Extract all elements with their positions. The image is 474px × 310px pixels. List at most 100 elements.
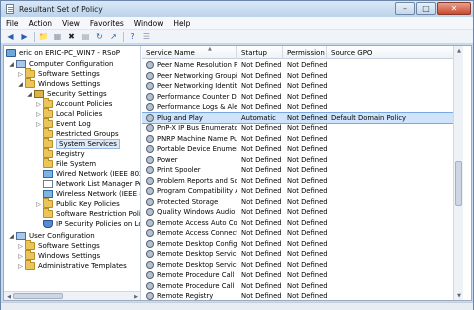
expand-arrow-icon[interactable]: ▷	[17, 243, 24, 250]
table-row[interactable]: Remote Procedure Call (R... Not Defined No…	[142, 281, 463, 292]
source-gpo-cell	[331, 165, 451, 176]
help-icon[interactable]: ?	[126, 31, 139, 43]
source-gpo-cell	[331, 260, 451, 271]
collapse-arrow-icon[interactable]: ◢	[8, 233, 15, 240]
table-row[interactable]: Remote Desktop Services Not Defined Not De…	[142, 249, 463, 260]
source-gpo-cell	[331, 228, 451, 239]
menu-action[interactable]: Action	[24, 19, 58, 28]
expand-arrow-icon[interactable]: ▷	[17, 253, 24, 260]
refresh-icon[interactable]: ↻	[93, 31, 106, 43]
menu-favorites[interactable]: Favorites	[85, 19, 129, 28]
menu-view[interactable]: View	[57, 19, 85, 28]
scroll-up-icon[interactable]: ▲	[455, 47, 463, 54]
permission-cell: Not Defined	[287, 208, 328, 217]
permission-cell: Not Defined	[287, 271, 328, 280]
table-row[interactable]: Remote Registry Not Defined Not Defined	[142, 291, 463, 300]
expand-arrow-icon[interactable]: ▷	[35, 201, 42, 208]
table-row[interactable]: Remote Access Connecti... Not Defined Not …	[142, 228, 463, 239]
expand-arrow-icon[interactable]: ▷	[35, 111, 42, 118]
tree-item-ip-security-policies[interactable]: IP Security Policies on Loc	[35, 219, 140, 229]
scroll-right-icon[interactable]: ▶	[132, 293, 140, 300]
tree-item-wired-network[interactable]: Wired Network (IEEE 802.3	[35, 169, 140, 179]
scroll-left-icon[interactable]: ◀	[5, 293, 13, 300]
menu-window[interactable]: Window	[129, 19, 169, 28]
table-row[interactable]: Print Spooler Not Defined Not Defined	[142, 165, 463, 176]
close-button[interactable]: ✕	[437, 2, 471, 15]
computer-icon	[16, 60, 26, 68]
scrollbar-thumb[interactable]	[13, 293, 63, 299]
menu-help[interactable]: Help	[168, 19, 195, 28]
service-name-cell: Problem Reports and Solu...	[146, 176, 237, 187]
folder-icon	[43, 208, 53, 218]
scroll-down-icon[interactable]: ▼	[455, 292, 463, 299]
forward-icon[interactable]: ▶	[18, 31, 31, 43]
tree-item-security-settings[interactable]: ◢ Security Settings	[26, 89, 107, 99]
table-row[interactable]: Program Compatibility As... Not Defined No…	[142, 186, 463, 197]
column-permission[interactable]: Permission	[283, 46, 327, 59]
back-icon[interactable]: ◀	[4, 31, 17, 43]
show-hide-tree-icon[interactable]: ▦	[51, 31, 64, 43]
collapse-arrow-icon[interactable]: ◢	[26, 91, 33, 98]
service-name-cell: PNRP Machine Name Publi...	[146, 134, 237, 145]
tree-item-root[interactable]: eric on ERIC-PC_WIN7 - RSoP	[6, 48, 120, 58]
maximize-button[interactable]: □	[416, 2, 436, 15]
tree-item-administrative-templates[interactable]: ▷ Administrative Templates	[17, 260, 127, 271]
permission-cell: Not Defined	[287, 281, 328, 290]
table-row[interactable]: Remote Procedure Call (R... Not Defined No…	[142, 270, 463, 281]
up-folder-icon[interactable]: 📁	[37, 31, 50, 43]
tree-horizontal-scrollbar[interactable]: ◀ ▶	[4, 291, 140, 300]
expand-arrow-icon[interactable]: ▷	[35, 101, 42, 108]
table-row[interactable]: PNRP Machine Name Publi... Not Defined Not…	[142, 134, 463, 145]
source-gpo-cell	[331, 60, 451, 71]
table-row[interactable]: Peer Networking Grouping Not Defined Not D…	[142, 71, 463, 82]
details-icon[interactable]: ☰	[140, 31, 153, 43]
collapse-arrow-icon[interactable]: ◢	[8, 61, 15, 68]
tree-item-computer-configuration[interactable]: ◢ Computer Configuration	[8, 59, 114, 69]
table-row[interactable]: PnP-X IP Bus Enumerator Not Defined Not De…	[142, 123, 463, 134]
toolbar-separator	[34, 31, 35, 42]
table-row[interactable]: Peer Networking Identity ... Not Defined N…	[142, 81, 463, 92]
expand-arrow-icon[interactable]: ▷	[17, 71, 24, 78]
source-gpo-cell	[331, 239, 451, 250]
table-row[interactable]: Protected Storage Not Defined Not Defined	[142, 197, 463, 208]
table-row[interactable]: Remote Desktop Services ... Not Defined No…	[142, 260, 463, 271]
service-gear-icon	[146, 229, 154, 238]
expand-arrow-icon[interactable]: ▷	[17, 263, 24, 270]
wireless-network-icon	[43, 190, 53, 198]
tree-item-network-list-manager[interactable]: Network List Manager Poli	[35, 179, 140, 189]
properties-icon[interactable]: ▤	[79, 31, 92, 43]
tree-item-windows-settings[interactable]: ◢ Windows Settings	[17, 78, 100, 89]
table-row[interactable]: Power Not Defined Not Defined	[142, 155, 463, 166]
table-row[interactable]: Remote Desktop Configur... Not Defined Not…	[142, 239, 463, 250]
table-row[interactable]: Portable Device Enumerat... Not Defined No…	[142, 144, 463, 155]
delete-icon[interactable]: ✖	[65, 31, 78, 43]
tree-item-wireless-network[interactable]: Wireless Network (IEEE 802	[35, 189, 140, 199]
table-row[interactable]: Problem Reports and Solu... Not Defined No…	[142, 176, 463, 187]
table-row[interactable]: Performance Counter DLL... Not Defined Not…	[142, 92, 463, 103]
list-vertical-scrollbar[interactable]: ▲ ▼	[453, 46, 463, 300]
table-row[interactable]: Plug and Play Automatic Not Defined Default…	[142, 111, 463, 124]
scrollbar-thumb[interactable]	[455, 161, 462, 206]
export-icon[interactable]: ↗	[107, 31, 120, 43]
collapse-arrow-icon[interactable]: ◢	[17, 81, 24, 88]
minimize-button[interactable]: –	[395, 2, 415, 15]
menu-file[interactable]: File	[1, 19, 24, 28]
policy-document-icon	[43, 180, 53, 188]
table-row[interactable]: Quality Windows Audio V... Not Defined Not…	[142, 207, 463, 218]
tree-item-user-configuration[interactable]: ◢ User Configuration	[8, 231, 95, 241]
tree-item-file-system[interactable]: File System	[35, 158, 96, 169]
expand-arrow-icon[interactable]: ▷	[35, 121, 42, 128]
table-row[interactable]: Remote Access Auto Con... Not Defined Not …	[142, 218, 463, 229]
title-bar[interactable]: Resultant Set of Policy – □ ✕	[1, 1, 473, 17]
column-startup[interactable]: Startup	[237, 46, 283, 59]
tree-item-software-restriction-policies[interactable]: Software Restriction Policie	[35, 208, 140, 219]
source-gpo-cell	[331, 291, 451, 300]
column-source-gpo[interactable]: Source GPO	[327, 46, 453, 59]
table-row[interactable]: Peer Name Resolution Pr... Not Defined Not…	[142, 60, 463, 71]
permission-cell: Not Defined	[287, 229, 328, 238]
column-service-name[interactable]: Service Name ▲	[142, 46, 237, 59]
security-icon	[34, 90, 44, 98]
table-row[interactable]: Performance Logs & Alert... Not Defined No…	[142, 102, 463, 113]
service-gear-icon	[146, 155, 154, 164]
folder-icon	[25, 250, 35, 260]
